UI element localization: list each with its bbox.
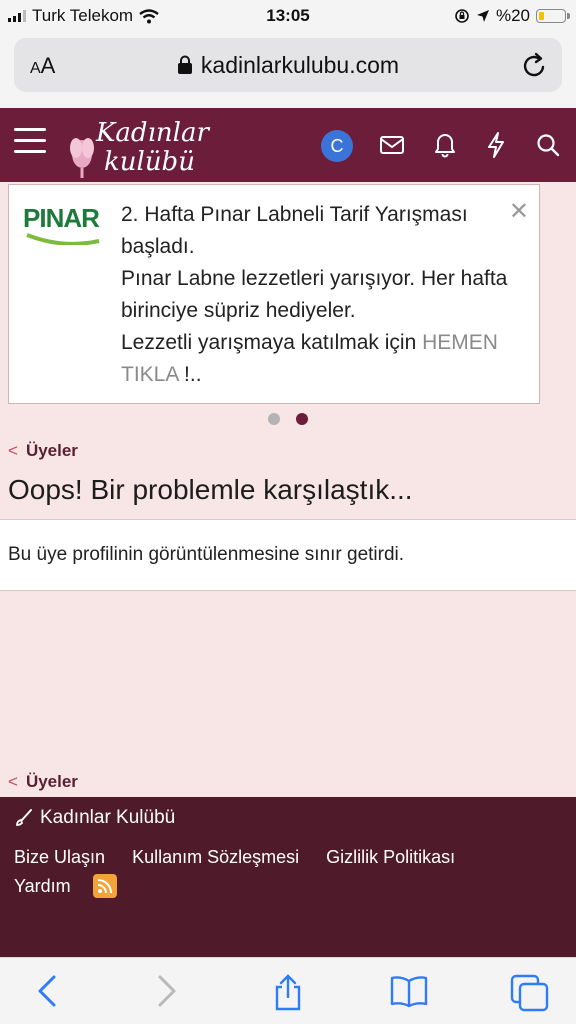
- browser-toolbar: [0, 957, 576, 1024]
- bell-icon[interactable]: [434, 131, 456, 159]
- lock-icon: [177, 55, 192, 74]
- carousel-dots: [0, 413, 576, 425]
- footer-link-privacy[interactable]: Gizlilik Politikası: [326, 847, 455, 867]
- close-icon[interactable]: ✕: [509, 197, 529, 226]
- notice-line-3-prefix: Lezzetli yarışmaya katılmak için: [121, 331, 423, 354]
- battery-level: [539, 12, 544, 20]
- footer-link-terms[interactable]: Kullanım Sözleşmesi: [132, 847, 299, 867]
- battery-icon: [536, 9, 570, 23]
- location-icon: [476, 10, 489, 22]
- bookmarks-icon[interactable]: [390, 974, 428, 1008]
- pinar-swoosh-icon: [26, 233, 100, 245]
- error-message-box: Bu üye profilinin görüntülenmesine sınır…: [0, 519, 576, 591]
- footer-site-name-label: Kadınlar Kulübü: [40, 807, 176, 828]
- pinar-logo: PINAR: [23, 203, 100, 233]
- back-icon[interactable]: [36, 974, 58, 1008]
- page-title: Oops! Bir problemle karşılaştık...: [8, 474, 413, 505]
- breadcrumb-bottom-label: Üyeler: [25, 772, 78, 791]
- footer-row-2: Yardım: [14, 874, 117, 898]
- chevron-left-icon: <: [8, 441, 18, 460]
- brush-icon: [16, 809, 32, 826]
- browser-chrome: AA kadinlarkulubu.com: [0, 34, 576, 108]
- footer-link-help[interactable]: Yardım: [14, 876, 71, 897]
- notice-line-3-suffix: !..: [178, 363, 202, 386]
- user-avatar[interactable]: C: [321, 130, 353, 162]
- battery-percent: %20: [495, 6, 530, 25]
- logo-line-1: Kadınlar: [96, 118, 209, 148]
- flower-logo-icon: [70, 138, 94, 178]
- logo-line-2: kulübü: [104, 147, 195, 177]
- tabs-icon[interactable]: [510, 974, 550, 1012]
- footer-links: Bize Ulaşın Kullanım Sözleşmesi Gizlilik…: [14, 847, 477, 868]
- carousel-dot[interactable]: [296, 413, 308, 425]
- notice-line-1: 2. Hafta Pınar Labneli Tarif Yarışması b…: [121, 203, 468, 258]
- error-message: Bu üye profilinin görüntülenmesine sınır…: [8, 544, 405, 565]
- footer-link-contact[interactable]: Bize Ulaşın: [14, 847, 105, 867]
- site-logo[interactable]: Kadınlar kulübü: [64, 114, 224, 178]
- chevron-left-icon: <: [8, 772, 18, 791]
- reload-icon[interactable]: [522, 52, 548, 80]
- share-icon[interactable]: [272, 974, 304, 1012]
- hamburger-menu-icon[interactable]: [14, 128, 46, 156]
- notice-text: 2. Hafta Pınar Labneli Tarif Yarışması b…: [121, 199, 531, 391]
- rotation-lock-icon: [455, 9, 469, 23]
- notice-line-2: Pınar Labne lezzetleri yarışıyor. Her ha…: [121, 267, 508, 322]
- breadcrumb[interactable]: < Üyeler: [8, 441, 78, 461]
- url-field[interactable]: kadinlarkulubu.com: [14, 52, 562, 79]
- carousel-dot[interactable]: [268, 413, 280, 425]
- breadcrumb-label: Üyeler: [25, 441, 78, 460]
- status-right: %20: [454, 6, 570, 26]
- status-bar: Turk Telekom 13:05 %20: [0, 0, 576, 34]
- bolt-icon[interactable]: [486, 131, 506, 159]
- notice-line-3: Lezzetli yarışmaya katılmak için HEMEN T…: [121, 327, 531, 391]
- forward-icon: [158, 975, 176, 1007]
- search-icon[interactable]: [536, 131, 560, 159]
- rss-icon[interactable]: [92, 874, 117, 898]
- promo-notice: PINAR 2. Hafta Pınar Labneli Tarif Yarış…: [8, 184, 540, 404]
- site-footer: Kadınlar Kulübü Bize Ulaşın Kullanım Söz…: [0, 797, 576, 957]
- breadcrumb-bottom[interactable]: < Üyeler: [8, 772, 78, 792]
- footer-site-name[interactable]: Kadınlar Kulübü: [14, 807, 175, 829]
- mail-icon[interactable]: [380, 131, 404, 159]
- url-text: kadinlarkulubu.com: [200, 52, 400, 78]
- address-bar[interactable]: AA kadinlarkulubu.com: [14, 38, 562, 92]
